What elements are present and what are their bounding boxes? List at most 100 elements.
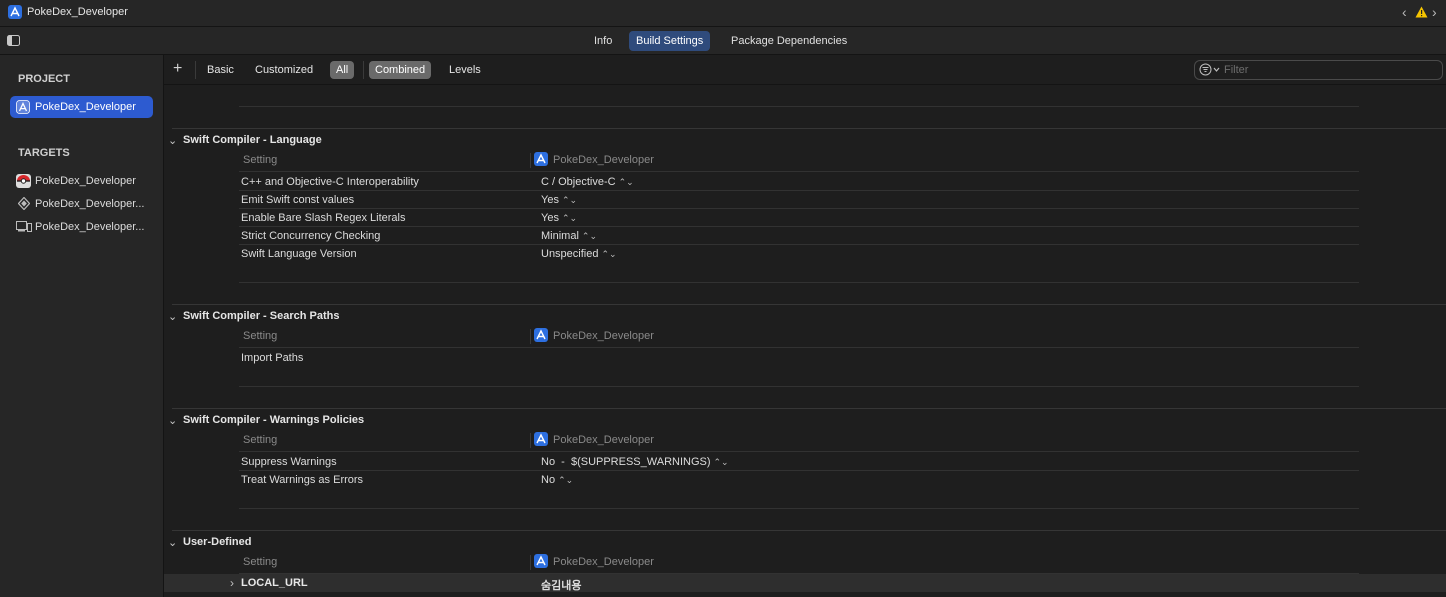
setting-column-header: Setting xyxy=(243,556,278,568)
project-icon xyxy=(534,152,548,169)
setting-value[interactable]: No ⌃⌄ xyxy=(541,474,573,486)
project-column-label: PokeDex_Developer xyxy=(553,434,654,446)
row-divider xyxy=(239,347,1359,348)
setting-value[interactable]: C / Objective-C ⌃⌄ xyxy=(541,176,634,188)
filter-field[interactable]: Filter xyxy=(1194,60,1443,80)
build-settings-list: ⌄ Swift Compiler - Language Setting Poke… xyxy=(164,85,1446,597)
group-divider xyxy=(172,408,1446,409)
project-column-label: PokeDex_Developer xyxy=(553,556,654,568)
setting-row[interactable]: Swift Language Version Unspecified ⌃⌄ xyxy=(164,245,1446,263)
group-title[interactable]: Swift Compiler - Search Paths xyxy=(183,310,339,322)
sidebar-item-label: PokeDex_Developer xyxy=(35,175,136,187)
group-title[interactable]: User-Defined xyxy=(183,536,251,548)
setting-value[interactable]: Unspecified ⌃⌄ xyxy=(541,248,617,260)
title-bar: PokeDex_Developer ‹ › xyxy=(0,0,1446,27)
warning-icon[interactable] xyxy=(1415,6,1428,21)
filter-menu-icon[interactable] xyxy=(1199,63,1221,79)
row-divider xyxy=(239,386,1359,387)
filter-basic-button[interactable]: Basic xyxy=(201,61,240,79)
row-divider xyxy=(239,508,1359,509)
chevron-down-icon[interactable]: ⌄ xyxy=(168,310,178,323)
setting-value-text: Yes xyxy=(541,194,559,206)
project-navigator-sidebar: PROJECT PokeDex_Developer TARGETS PokeDe… xyxy=(0,55,164,597)
setting-name: C++ and Objective-C Interoperability xyxy=(241,176,419,188)
add-setting-button[interactable]: + xyxy=(173,60,182,78)
project-icon xyxy=(534,554,548,571)
column-divider xyxy=(530,433,531,448)
project-column-label: PokeDex_Developer xyxy=(553,154,654,166)
group-title[interactable]: Swift Compiler - Language xyxy=(183,134,322,146)
filter-customized-button[interactable]: Customized xyxy=(249,61,319,79)
filter-levels-button[interactable]: Levels xyxy=(443,61,487,79)
sidebar-item-target-app[interactable]: PokeDex_Developer xyxy=(16,172,158,190)
pokeball-app-icon xyxy=(16,174,31,191)
setting-row[interactable]: Enable Bare Slash Regex Literals Yes ⌃⌄ xyxy=(164,209,1446,227)
setting-name: Import Paths xyxy=(241,352,304,364)
row-divider xyxy=(239,282,1359,283)
up-down-chevron-icon: ⌃⌄ xyxy=(561,213,578,223)
project-icon xyxy=(8,5,22,22)
project-section-header: PROJECT xyxy=(18,73,70,85)
project-icon xyxy=(16,100,30,117)
sidebar-item-label: PokeDex_Developer xyxy=(35,101,136,113)
filter-placeholder: Filter xyxy=(1224,64,1249,76)
sidebar-item-project[interactable]: PokeDex_Developer xyxy=(10,96,153,118)
project-icon xyxy=(534,328,548,345)
chevron-down-icon[interactable]: ⌄ xyxy=(168,134,178,147)
setting-value-text: No xyxy=(541,474,556,486)
row-divider xyxy=(239,106,1359,107)
setting-value[interactable]: Yes ⌃⌄ xyxy=(541,212,577,224)
setting-name: Suppress Warnings xyxy=(241,456,337,468)
setting-value-text: Minimal xyxy=(541,230,579,242)
targets-section-header: TARGETS xyxy=(18,147,70,159)
column-divider xyxy=(530,153,531,168)
build-settings-filter-bar: + Basic Customized All Combined Levels F… xyxy=(164,55,1446,85)
group-divider xyxy=(172,128,1446,129)
setting-value[interactable]: 숨김내용 xyxy=(541,577,581,593)
tab-build-settings[interactable]: Build Settings xyxy=(629,31,711,51)
row-divider xyxy=(239,451,1359,452)
setting-row[interactable]: Emit Swift const values Yes ⌃⌄ xyxy=(164,191,1446,209)
up-down-chevron-icon: ⌃⌄ xyxy=(713,457,729,467)
ui-test-icon xyxy=(16,221,32,235)
tab-info[interactable]: Info xyxy=(587,31,619,51)
setting-row[interactable]: Strict Concurrency Checking Minimal ⌃⌄ xyxy=(164,227,1446,245)
setting-value-text: No - $(SUPPRESS_WARNINGS) xyxy=(541,456,711,468)
filter-combined-button[interactable]: Combined xyxy=(369,61,432,79)
tab-package-dependencies[interactable]: Package Dependencies xyxy=(724,31,854,51)
setting-column-header: Setting xyxy=(243,330,278,342)
setting-value[interactable]: Yes ⌃⌄ xyxy=(541,194,577,206)
setting-value[interactable]: No - $(SUPPRESS_WARNINGS) ⌃⌄ xyxy=(541,456,729,468)
setting-row[interactable]: C++ and Objective-C Interoperability C /… xyxy=(164,173,1446,191)
setting-value[interactable]: Minimal ⌃⌄ xyxy=(541,230,597,242)
column-divider xyxy=(530,329,531,344)
setting-column-header: Setting xyxy=(243,154,278,166)
up-down-chevron-icon: ⌃⌄ xyxy=(558,475,574,485)
setting-value-text: C / Objective-C xyxy=(541,176,616,188)
chevron-down-icon[interactable]: ⌄ xyxy=(168,536,178,549)
up-down-chevron-icon: ⌃⌄ xyxy=(561,195,578,205)
column-divider xyxy=(530,555,531,570)
divider xyxy=(195,61,196,79)
chevron-left-icon[interactable]: ‹ xyxy=(1402,4,1407,20)
sidebar-item-target-tests[interactable]: PokeDex_Developer... xyxy=(16,195,158,213)
setting-row-selected[interactable]: › LOCAL_URL 숨김내용 xyxy=(164,574,1446,592)
setting-row[interactable]: Import Paths xyxy=(164,349,1446,367)
group-title[interactable]: Swift Compiler - Warnings Policies xyxy=(183,414,364,426)
sidebar-item-target-uitests[interactable]: PokeDex_Developer... xyxy=(16,218,158,236)
setting-value-text: Yes xyxy=(541,212,559,224)
test-diamond-icon xyxy=(17,196,31,213)
divider xyxy=(363,61,364,79)
filter-all-button[interactable]: All xyxy=(330,61,355,79)
setting-row[interactable]: Suppress Warnings No - $(SUPPRESS_WARNIN… xyxy=(164,453,1446,471)
chevron-right-icon[interactable]: › xyxy=(1432,4,1437,20)
setting-row[interactable]: Treat Warnings as Errors No ⌃⌄ xyxy=(164,471,1446,489)
up-down-chevron-icon: ⌃⌄ xyxy=(601,249,617,259)
chevron-down-icon[interactable]: ⌄ xyxy=(168,414,178,427)
sidebar-item-label: PokeDex_Developer... xyxy=(35,221,145,233)
project-column-label: PokeDex_Developer xyxy=(553,330,654,342)
setting-value-text: Unspecified xyxy=(541,248,599,260)
sidebar-toggle-icon[interactable] xyxy=(7,35,20,49)
sidebar-item-label: PokeDex_Developer... xyxy=(35,198,145,210)
chevron-right-icon[interactable]: › xyxy=(230,576,234,590)
